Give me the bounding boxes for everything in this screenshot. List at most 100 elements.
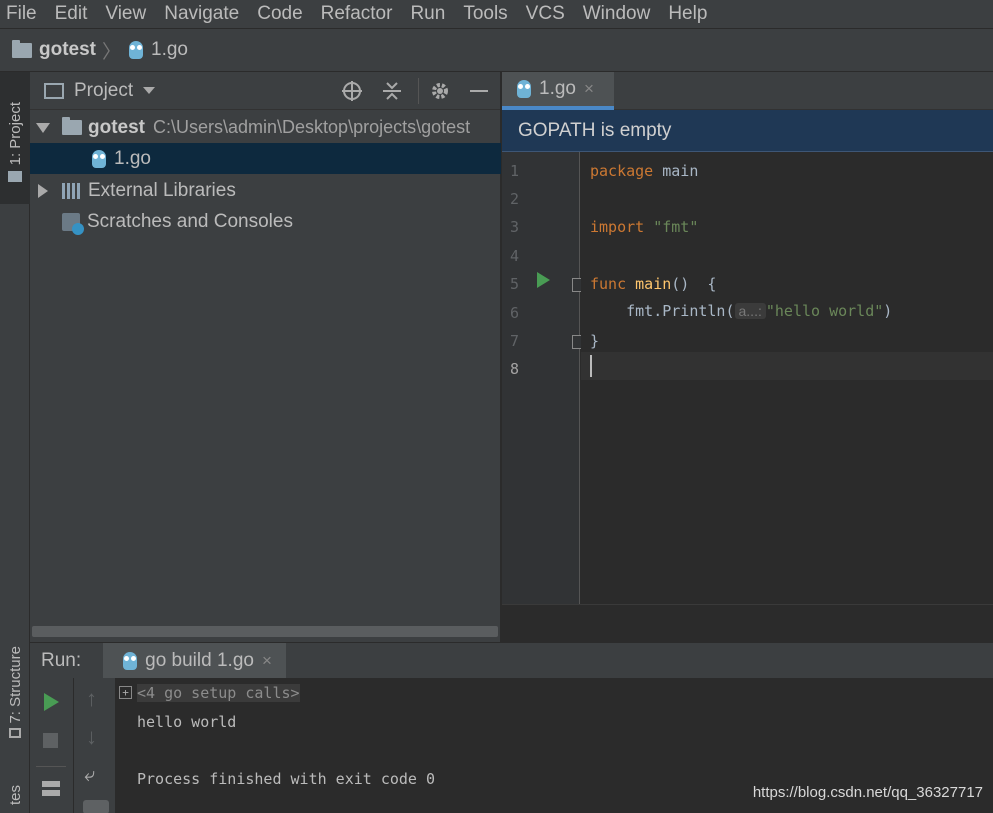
code-line-5: func main() { xyxy=(590,275,717,293)
go-file-icon xyxy=(517,80,531,98)
text-cursor xyxy=(590,355,592,377)
collapse-all-icon[interactable] xyxy=(381,80,403,102)
menu-window[interactable]: Window xyxy=(583,3,651,25)
run-gutter-icon[interactable] xyxy=(537,272,550,288)
parameter-hint: a...: xyxy=(734,303,766,319)
menu-file[interactable]: File xyxy=(6,3,37,25)
gear-icon[interactable] xyxy=(429,80,451,102)
project-panel-header: Project xyxy=(30,72,500,110)
line-number: 5 xyxy=(510,275,520,293)
console-output: hello world xyxy=(137,713,237,731)
menu-navigate[interactable]: Navigate xyxy=(164,3,239,25)
project-tool-label: 1: Project xyxy=(6,101,24,166)
code-line-6: fmt.Println(a...: "hello world") xyxy=(590,302,893,320)
tree-file-label: 1.go xyxy=(114,147,151,169)
expand-arrow-icon[interactable] xyxy=(36,122,50,133)
line-number: 4 xyxy=(510,247,520,265)
code-line-1: package main xyxy=(590,162,699,180)
folder-icon xyxy=(62,117,82,135)
breadcrumb-file[interactable]: 1.go xyxy=(151,39,188,61)
divider xyxy=(36,766,66,767)
folder-icon xyxy=(8,171,22,183)
close-icon[interactable]: × xyxy=(584,79,594,99)
line-number: 7 xyxy=(510,332,520,350)
chevron-right-icon: 〉 xyxy=(102,41,122,63)
editor-gutter: 1 2 3 4 5 6 7 8 xyxy=(502,152,586,604)
menu-refactor[interactable]: Refactor xyxy=(321,3,393,25)
tab-go-build[interactable]: go build 1.go × xyxy=(103,642,286,679)
console-exit-message: Process finished with exit code 0 xyxy=(137,770,436,788)
menu-view[interactable]: View xyxy=(105,3,146,25)
go-run-icon xyxy=(123,651,138,670)
tree-scratches[interactable]: Scratches and Consoles xyxy=(30,206,501,237)
left-tool-strip: 1: Project 7: Structure tes xyxy=(0,72,30,813)
line-number: 3 xyxy=(510,218,520,236)
editor-status-strip xyxy=(502,604,993,642)
rerun-icon[interactable] xyxy=(44,693,59,711)
menu-vcs[interactable]: VCS xyxy=(526,3,565,25)
hide-panel-icon[interactable] xyxy=(470,90,488,92)
scratches-icon xyxy=(62,212,84,235)
breadcrumb: gotest 〉 1.go xyxy=(0,28,993,72)
run-label: Run: xyxy=(41,649,82,671)
divider xyxy=(418,78,419,104)
layout-icon[interactable] xyxy=(42,781,60,796)
code-line-7: } xyxy=(590,332,600,350)
locate-icon[interactable] xyxy=(341,80,363,102)
scroll-to-end-icon[interactable] xyxy=(83,800,109,813)
gopath-banner: GOPATH is empty xyxy=(502,110,993,152)
project-view-selector[interactable]: Project xyxy=(74,80,133,102)
project-panel: Project gotest C:\Users\admin\Desktop\pr… xyxy=(30,72,501,642)
stop-icon[interactable] xyxy=(43,733,58,748)
library-icon xyxy=(62,182,82,199)
watermark: https://blog.csdn.net/qq_36327717 xyxy=(752,784,983,801)
soft-wrap-icon[interactable]: ⤶ xyxy=(84,764,95,787)
run-tab-label: go build 1.go xyxy=(145,649,254,671)
line-number: 1 xyxy=(510,162,520,180)
menu-edit[interactable]: Edit xyxy=(55,3,88,25)
tree-file-1go[interactable]: 1.go xyxy=(30,143,501,174)
menu-run[interactable]: Run xyxy=(410,3,445,25)
chevron-down-icon[interactable] xyxy=(143,87,156,94)
breadcrumb-project[interactable]: gotest xyxy=(39,39,96,61)
tab-project-tool[interactable]: 1: Project xyxy=(0,72,30,204)
run-panel-header: Run: go build 1.go × xyxy=(30,642,993,679)
tab-structure-tool[interactable]: 7: Structure xyxy=(0,632,30,752)
tree-root-name: gotest xyxy=(88,116,145,138)
horizontal-scrollbar[interactable] xyxy=(32,626,498,637)
code-line-3: import "fmt" xyxy=(590,218,699,236)
arrow-down-icon[interactable]: ↓ xyxy=(86,724,97,750)
menu-code[interactable]: Code xyxy=(257,3,302,25)
menu-tools[interactable]: Tools xyxy=(463,3,507,25)
close-icon[interactable]: × xyxy=(262,651,272,671)
run-toolbar-secondary: ↑ ↓ ⤶ xyxy=(74,678,116,813)
arrow-up-icon[interactable]: ↑ xyxy=(86,686,97,712)
favorites-tool-label: tes xyxy=(6,784,24,805)
go-file-icon xyxy=(92,149,106,168)
editor-tab-bar: 1.go × xyxy=(502,72,993,110)
gopath-banner-text: GOPATH is empty xyxy=(518,119,672,141)
code-editor[interactable]: package main import "fmt" func main() { … xyxy=(581,152,993,604)
menu-bar: File Edit View Navigate Code Refactor Ru… xyxy=(0,0,993,28)
tree-external-libraries[interactable]: External Libraries xyxy=(30,175,501,206)
tab-favorites-tool[interactable]: tes xyxy=(0,777,30,813)
project-view-icon xyxy=(44,82,64,99)
tree-root[interactable]: gotest C:\Users\admin\Desktop\projects\g… xyxy=(30,112,501,143)
expand-icon[interactable]: + xyxy=(119,686,132,699)
go-file-icon xyxy=(129,41,144,59)
setup-calls-fold[interactable]: <4 go setup calls> xyxy=(137,684,300,702)
structure-icon xyxy=(9,727,21,738)
tab-1go[interactable]: 1.go × xyxy=(502,72,614,110)
current-line-highlight xyxy=(581,352,993,380)
line-number: 8 xyxy=(510,360,520,378)
line-number: 6 xyxy=(510,304,520,322)
tab-label: 1.go xyxy=(539,78,576,99)
collapse-arrow-icon[interactable] xyxy=(38,183,48,198)
folder-icon xyxy=(12,39,32,58)
menu-help[interactable]: Help xyxy=(668,3,707,25)
tree-external-label: External Libraries xyxy=(88,179,236,201)
run-toolbar-primary xyxy=(30,678,74,813)
tree-scratches-label: Scratches and Consoles xyxy=(87,210,293,232)
line-number: 2 xyxy=(510,190,520,208)
structure-tool-label: 7: Structure xyxy=(6,646,24,724)
